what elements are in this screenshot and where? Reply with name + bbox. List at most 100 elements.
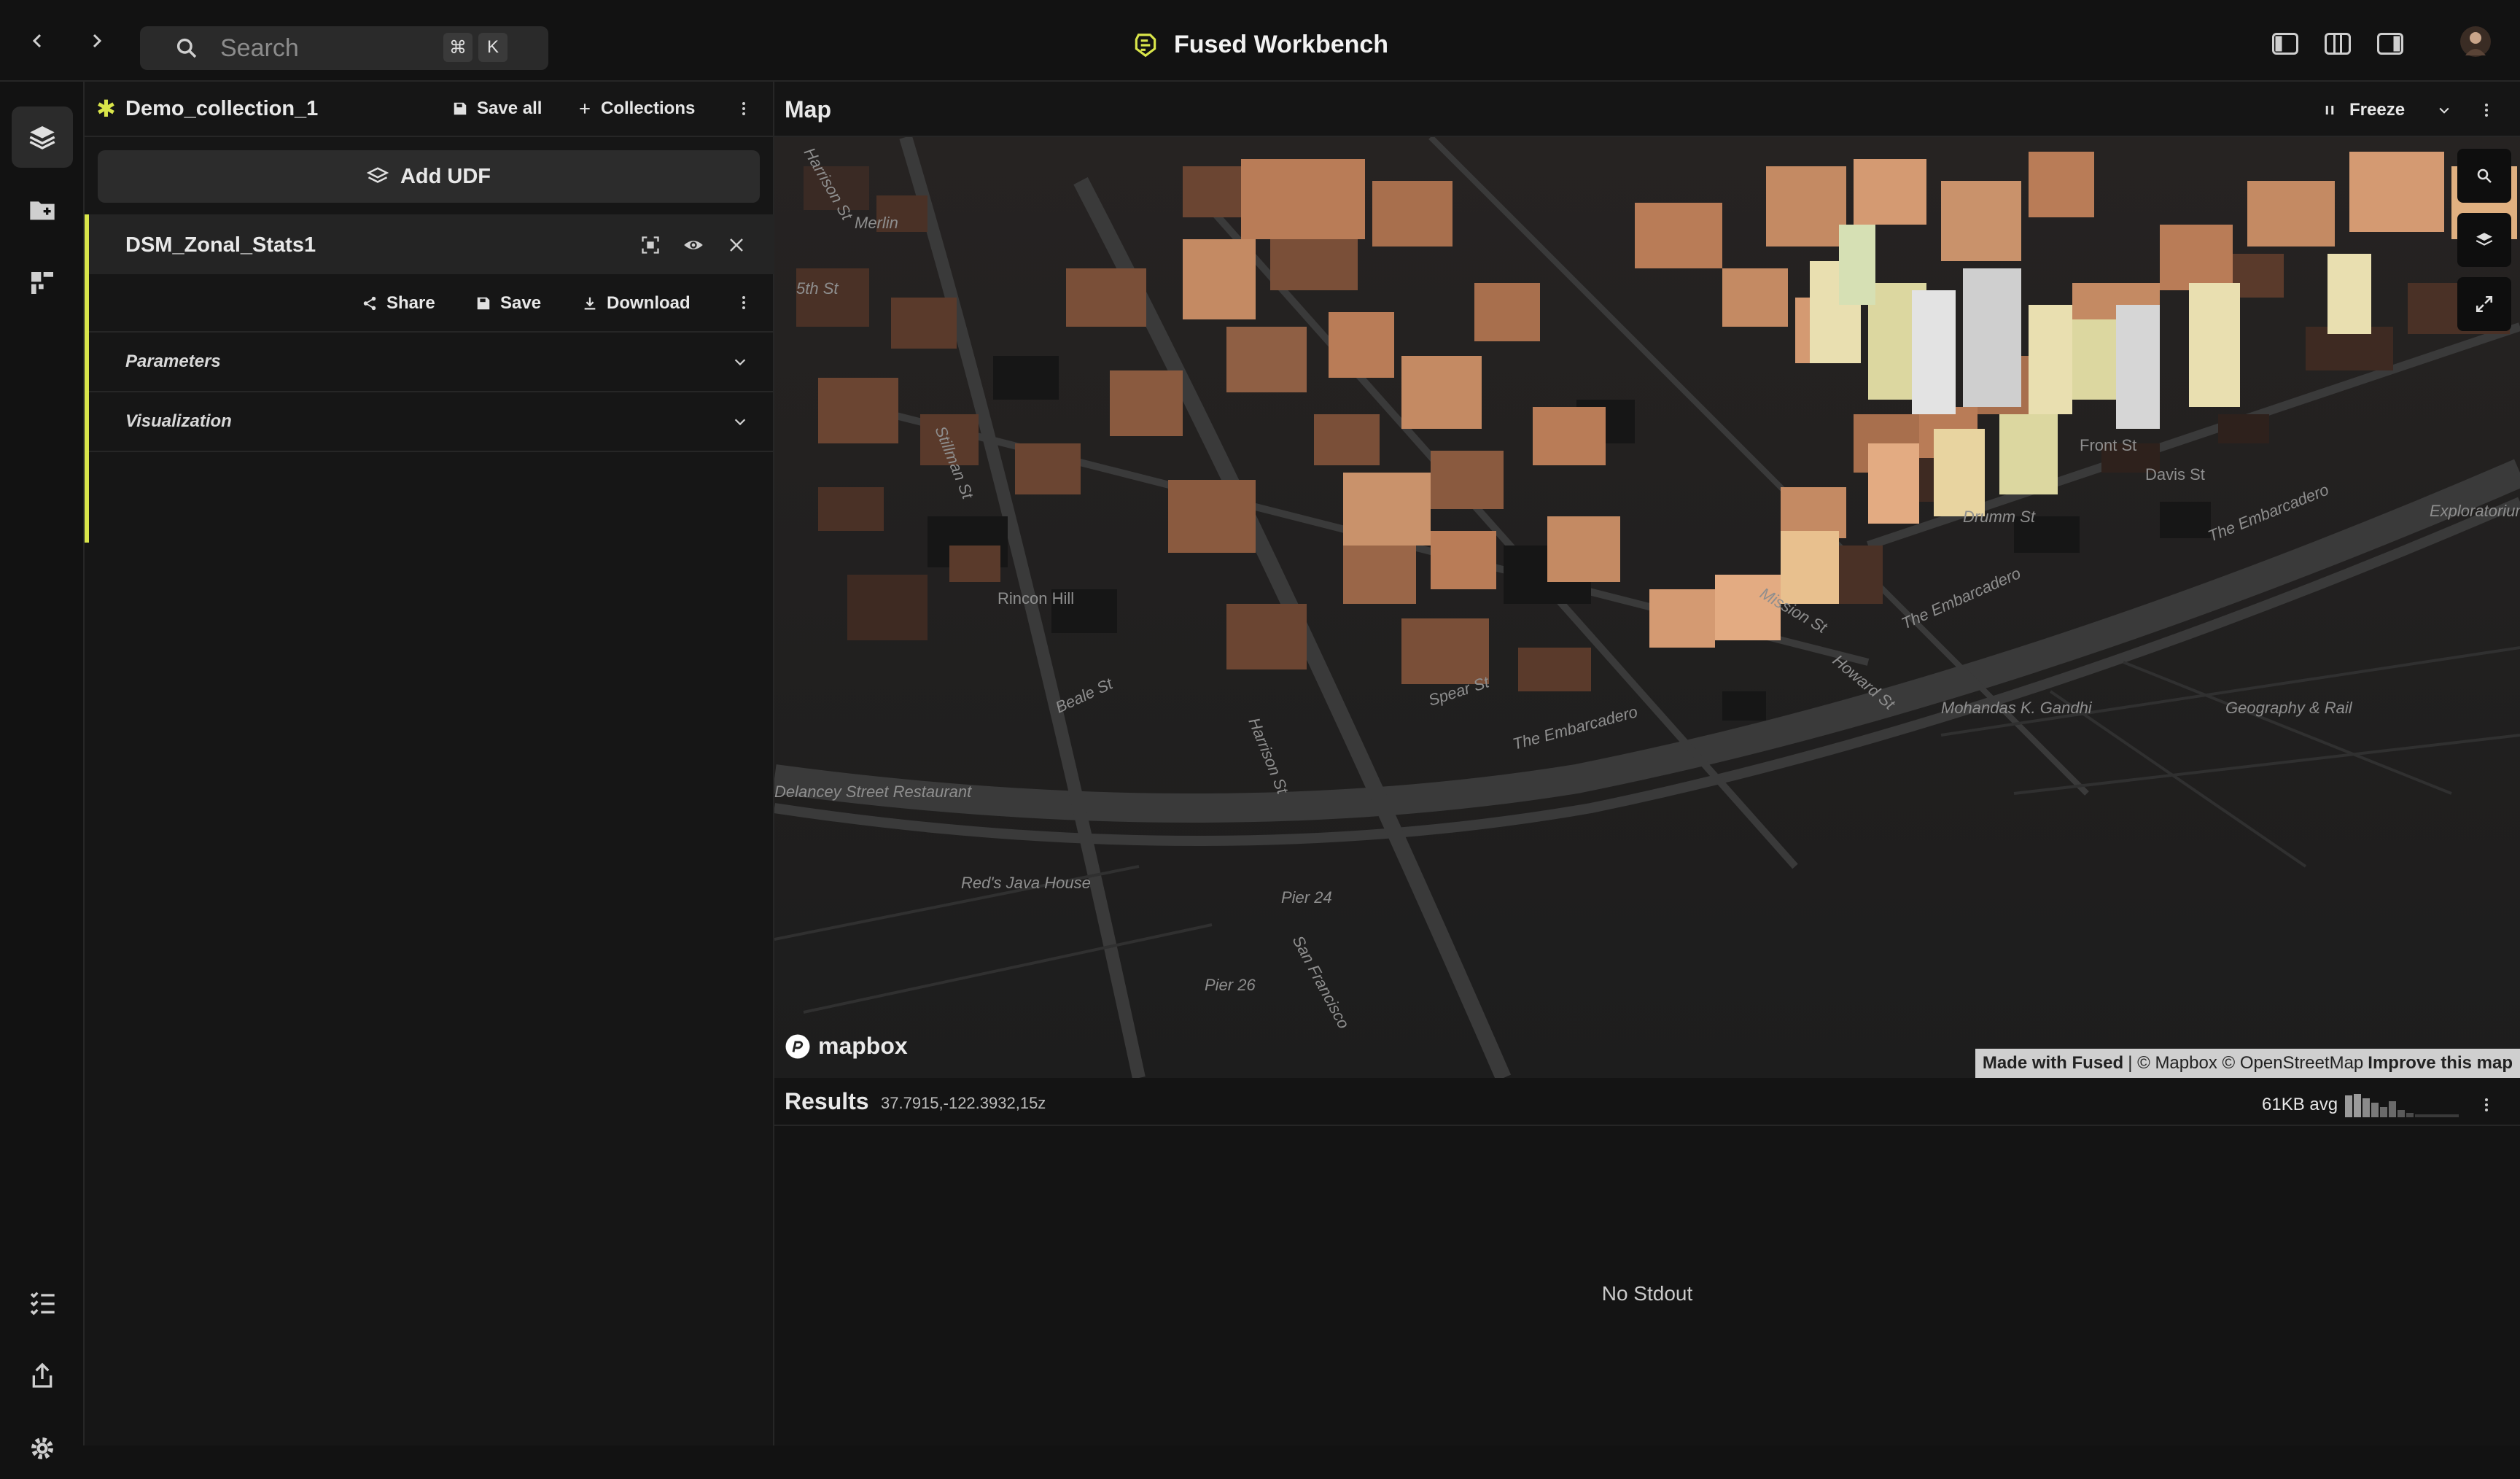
improve-map-link[interactable]: Improve this map xyxy=(2368,1053,2513,1074)
udf-card: DSM_Zonal_Stats1 Share Save Download Par… xyxy=(85,214,774,543)
shortcut-cmd: ⌘ xyxy=(443,33,472,62)
layers-icon xyxy=(29,126,55,150)
chevron-down-icon[interactable] xyxy=(2437,103,2451,117)
results-coords: 37.7915,-122.3932,15z xyxy=(881,1094,1046,1112)
rail-settings[interactable] xyxy=(12,1418,73,1479)
udf-more-button[interactable] xyxy=(736,292,751,319)
plus-icon xyxy=(580,104,590,114)
collection-more-button[interactable] xyxy=(736,98,751,125)
results-header: Results 37.7915,-122.3932,15z 61KB avg xyxy=(774,1078,2520,1126)
avatar[interactable] xyxy=(2460,26,2491,57)
download-label: Download xyxy=(607,293,691,313)
chevron-down-icon xyxy=(734,419,746,426)
search-input[interactable]: Search ⌘ K xyxy=(140,26,548,70)
map-canvas[interactable]: Harrison St Merlin 5th St Stillman St Ri… xyxy=(774,135,2520,1078)
results-title: Results xyxy=(785,1088,869,1114)
rail-layers[interactable] xyxy=(12,106,73,168)
chevron-right-icon xyxy=(93,34,102,48)
share-button[interactable]: Share xyxy=(362,293,435,314)
attribution-made-with[interactable]: Made with Fused xyxy=(1983,1053,2123,1074)
street-label: 5th St xyxy=(796,279,839,298)
attribution-credits[interactable]: | © Mapbox © OpenStreetMap xyxy=(2128,1053,2363,1074)
freeze-button[interactable]: Freeze xyxy=(2323,99,2494,121)
eye-icon[interactable] xyxy=(682,235,704,255)
street-label: Front St xyxy=(2080,436,2136,454)
mapbox-logo[interactable]: mapbox xyxy=(785,1033,908,1060)
size-histogram-icon xyxy=(2345,1094,2459,1117)
section-parameters[interactable]: Parameters xyxy=(89,333,774,392)
street-label: Davis St xyxy=(2145,465,2205,484)
folder-add-icon xyxy=(30,201,55,220)
street-label: Merlin xyxy=(855,214,898,232)
udf-name[interactable]: DSM_Zonal_Stats1 xyxy=(125,233,316,257)
street-label: Pier 26 xyxy=(1205,976,1256,994)
map-layers-button[interactable] xyxy=(2457,213,2511,267)
more-vertical-icon xyxy=(742,296,745,309)
street-label: Mohandas K. Gandhi xyxy=(1941,699,2093,717)
fit-bounds-icon[interactable] xyxy=(640,235,661,255)
collection-header: ✱ Demo_collection_1 Save all Collections xyxy=(85,82,774,137)
mapbox-logo-text: mapbox xyxy=(818,1033,908,1059)
layers-icon xyxy=(2476,233,2493,246)
layout-left-panel-icon[interactable] xyxy=(2272,32,2298,55)
street-label: Geography & Rail xyxy=(2225,699,2353,717)
save-icon xyxy=(454,102,467,115)
map-panel: Map Freeze Harrison St Merlin 5th St Sti… xyxy=(774,82,2520,1078)
fused-logo-icon xyxy=(1135,33,1156,57)
map-attribution: Made with Fused | © Mapbox © OpenStreetM… xyxy=(1975,1049,2520,1078)
layout-split-icon[interactable] xyxy=(2325,32,2351,55)
share-label: Share xyxy=(386,293,435,313)
collections-button[interactable]: Collections xyxy=(578,98,695,119)
search-icon xyxy=(176,38,197,58)
rail-files[interactable] xyxy=(12,179,73,241)
udf-panel: ✱ Demo_collection_1 Save all Collections… xyxy=(85,82,774,1445)
add-udf-label: Add UDF xyxy=(400,164,491,188)
section-visualization-label: Visualization xyxy=(125,411,232,431)
rail-catalog[interactable] xyxy=(12,252,73,314)
pause-icon xyxy=(2325,106,2334,114)
search-placeholder: Search xyxy=(220,34,299,62)
map-title: Map xyxy=(785,96,831,123)
street-label: Drumm St xyxy=(1963,508,2036,526)
results-avg-label: 61KB avg xyxy=(2262,1095,2338,1114)
upload-icon xyxy=(32,1362,52,1388)
results-panel: Results 37.7915,-122.3932,15z 61KB avg N… xyxy=(774,1078,2520,1445)
rail-jobs[interactable] xyxy=(12,1272,73,1333)
map-search-button[interactable] xyxy=(2457,149,2511,203)
download-button[interactable]: Download xyxy=(582,293,691,314)
udf-header[interactable]: DSM_Zonal_Stats1 xyxy=(89,214,774,274)
results-empty-text: No Stdout xyxy=(1601,1282,1693,1305)
app-title: Fused Workbench xyxy=(1132,31,1388,59)
more-vertical-icon[interactable] xyxy=(2479,1094,2494,1116)
street-label: Red's Java House xyxy=(961,874,1091,892)
layout-right-panel-icon[interactable] xyxy=(2377,32,2403,55)
map-fullscreen-button[interactable] xyxy=(2457,277,2511,331)
download-icon xyxy=(584,297,596,310)
more-vertical-icon xyxy=(742,102,745,115)
grid-icon xyxy=(31,272,53,294)
close-icon[interactable] xyxy=(728,236,745,254)
collection-name[interactable]: Demo_collection_1 xyxy=(125,97,318,121)
user-avatar-icon xyxy=(2465,32,2486,55)
back-button[interactable] xyxy=(23,26,52,55)
gear-icon xyxy=(31,1437,53,1459)
save-button[interactable]: Save xyxy=(475,293,541,314)
share-icon xyxy=(363,296,376,311)
forward-button[interactable] xyxy=(82,26,111,55)
section-visualization[interactable]: Visualization xyxy=(89,392,774,452)
search-icon xyxy=(2477,168,2492,183)
save-all-label: Save all xyxy=(477,98,542,118)
street-label: Rincon Hill xyxy=(998,589,1074,607)
add-udf-button[interactable]: Add UDF xyxy=(98,150,760,203)
expand-icon xyxy=(2476,295,2493,313)
save-all-button[interactable]: Save all xyxy=(452,98,542,119)
more-vertical-icon[interactable] xyxy=(2479,99,2494,121)
map-3d-view[interactable]: Harrison St Merlin 5th St Stillman St Ri… xyxy=(774,135,2520,1078)
udf-actions: Share Save Download xyxy=(89,274,774,333)
chevron-left-icon xyxy=(32,34,42,48)
rail-share[interactable] xyxy=(12,1345,73,1406)
mapbox-logo-icon xyxy=(785,1034,810,1058)
street-label: Pier 24 xyxy=(1281,888,1332,907)
left-rail xyxy=(0,82,85,1459)
results-avg: 61KB avg xyxy=(2262,1092,2494,1117)
